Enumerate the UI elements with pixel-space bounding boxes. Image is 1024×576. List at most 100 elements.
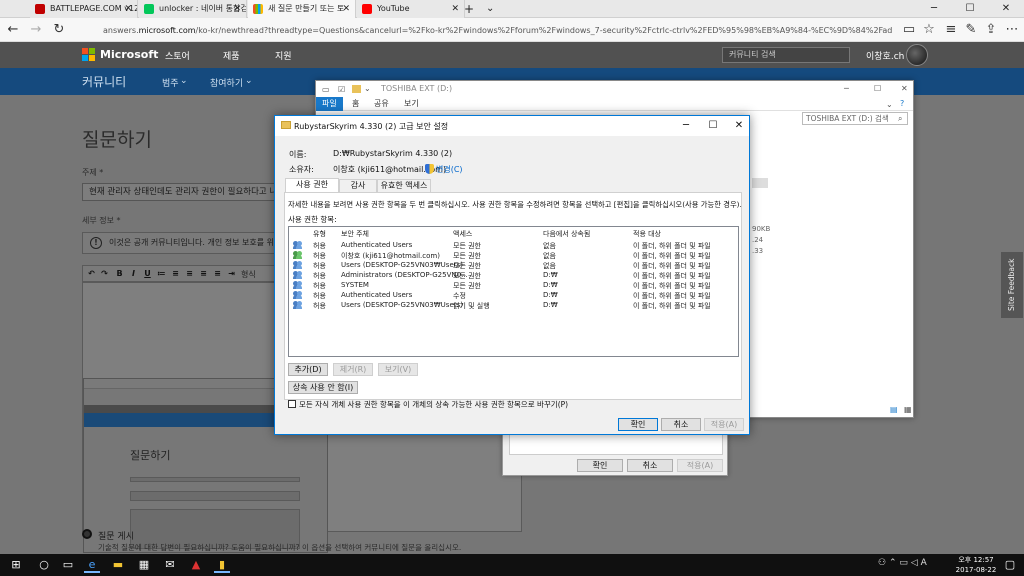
address-bar[interactable]: answers.microsoft.com/ko-kr/newthread?th…: [103, 24, 893, 37]
folder-window-icon[interactable]: ▮: [214, 557, 230, 573]
nav-participate[interactable]: 참여하기: [210, 76, 243, 89]
explorer-search-input[interactable]: TOSHIBA EXT (D:) 검색: [802, 112, 908, 125]
ime-indicator[interactable]: A: [921, 558, 927, 568]
table-row[interactable]: 허용 Authenticated Users 수정 D:₩ 이 폴더, 하위 폴더 및 …: [289, 291, 738, 301]
remove-button[interactable]: 제거(R): [333, 363, 373, 376]
table-row[interactable]: 허용 Authenticated Users 모든 권한 없음 이 폴더, 하위 폴더 …: [289, 241, 738, 251]
table-row[interactable]: 허용 SYSTEM 모든 권한 D:₩ 이 폴더, 하위 폴더 및 파일: [289, 281, 738, 291]
forward-arrow-icon[interactable]: →: [27, 21, 45, 39]
web-note-icon[interactable]: ✎: [962, 21, 980, 39]
favorite-star-icon[interactable]: ☆: [920, 21, 938, 39]
properties-apply-button[interactable]: 적용(A): [677, 459, 723, 472]
disable-inheritance-button[interactable]: 상속 사용 안 함(I): [288, 381, 358, 394]
ribbon-tab-home[interactable]: 홈: [346, 97, 365, 111]
column-applies-to[interactable]: 적용 대상: [633, 229, 661, 239]
microsoft-brand[interactable]: Microsoft: [100, 48, 158, 61]
back-arrow-icon[interactable]: ←: [4, 21, 22, 39]
nav-products[interactable]: 제품: [223, 49, 240, 62]
view-button[interactable]: 보기(V): [378, 363, 418, 376]
replace-child-permissions-checkbox[interactable]: [288, 400, 296, 408]
underline-icon[interactable]: U: [142, 268, 153, 279]
redo-icon[interactable]: ↷: [99, 268, 110, 279]
italic-icon[interactable]: I: [128, 268, 139, 279]
change-owner-link[interactable]: 변경(C): [436, 164, 463, 175]
avatar[interactable]: [906, 44, 928, 66]
maximize-button[interactable]: ☐: [952, 0, 988, 18]
tab-auditing[interactable]: 감사: [339, 179, 377, 192]
browser-tab-battlepage[interactable]: BATTLEPAGE.COM v12 ✕: [30, 0, 138, 18]
more-options-icon[interactable]: ⋯: [1003, 21, 1021, 39]
ribbon-tab-file[interactable]: 파일: [316, 97, 343, 111]
browser-tab-youtube[interactable]: YouTube ✕: [357, 0, 465, 18]
volume-icon[interactable]: ◁: [911, 558, 918, 568]
file-explorer-icon[interactable]: ▬: [110, 557, 126, 573]
table-row[interactable]: 허용 Users (DESKTOP-G25VN03₩Users) 읽기 및 실행 D:…: [289, 301, 738, 311]
maximize-button[interactable]: ☐: [874, 84, 884, 93]
checkbox-icon[interactable]: ☑: [338, 85, 348, 94]
network-icon[interactable]: ▭: [899, 558, 908, 568]
tab-effective-access[interactable]: 유효한 액세스: [377, 179, 431, 192]
tab-menu-chevron-icon[interactable]: ⌄: [486, 0, 494, 18]
ribbon-tab-share[interactable]: 공유: [368, 97, 395, 111]
numbered-list-icon[interactable]: ≡: [170, 268, 181, 279]
cancel-button[interactable]: 취소: [661, 418, 701, 431]
new-tab-button[interactable]: +: [462, 0, 476, 18]
reading-view-icon[interactable]: ▭: [900, 21, 918, 39]
notification-icon[interactable]: ▢: [1002, 557, 1018, 573]
close-tab-icon[interactable]: ✕: [342, 0, 350, 18]
table-row[interactable]: 허용 Users (DESKTOP-G25VN03₩Users) 모든 권한 없음 이 …: [289, 261, 738, 271]
ribbon-tab-view[interactable]: 보기: [398, 97, 425, 111]
bullet-list-icon[interactable]: ≔: [156, 268, 167, 279]
align-left-icon[interactable]: ≡: [184, 268, 195, 279]
format-dropdown[interactable]: 형식: [241, 269, 256, 280]
community-search-input[interactable]: 커뮤니티 검색: [722, 47, 850, 63]
bold-icon[interactable]: B: [114, 268, 125, 279]
minimize-button[interactable]: ─: [844, 84, 854, 93]
add-button[interactable]: 추가(D): [288, 363, 328, 376]
quick-access-icon[interactable]: ▭: [322, 85, 332, 94]
game-app-icon[interactable]: ▲: [188, 557, 204, 573]
properties-cancel-button[interactable]: 취소: [627, 459, 673, 472]
undo-icon[interactable]: ↶: [86, 268, 97, 279]
close-window-button[interactable]: ✕: [901, 84, 911, 93]
share-icon[interactable]: ⇪: [982, 21, 1000, 39]
indent-icon[interactable]: ⇥: [226, 268, 237, 279]
nav-support[interactable]: 지원: [275, 49, 292, 62]
apply-button[interactable]: 적용(A): [704, 418, 744, 431]
maximize-button[interactable]: ☐: [706, 119, 720, 133]
microsoft-logo-icon[interactable]: [82, 48, 96, 62]
properties-ok-button[interactable]: 확인: [577, 459, 623, 472]
people-icon[interactable]: ⚇: [878, 558, 886, 568]
start-windows-icon[interactable]: ⊞: [8, 557, 24, 573]
nav-store[interactable]: 스토어: [165, 49, 190, 62]
browser-tab-naver[interactable]: unlocker : 네이버 통합검색 ✕: [139, 0, 247, 18]
large-icons-view-icon[interactable]: ▦: [904, 405, 914, 414]
minimize-button[interactable]: ─: [916, 0, 952, 18]
table-row[interactable]: 허용 이창호 (kji611@hotmail.com) 모든 권한 없음 이 폴더, 하…: [289, 251, 738, 261]
chevron-down-icon[interactable]: ⌄: [886, 100, 896, 109]
mail-icon[interactable]: ✉: [162, 557, 178, 573]
column-type[interactable]: 유형: [313, 229, 326, 239]
close-window-button[interactable]: ✕: [988, 0, 1024, 18]
nav-categories[interactable]: 범주: [162, 76, 179, 89]
details-view-icon[interactable]: ▤: [890, 405, 900, 414]
favorites-hub-icon[interactable]: ≡: [942, 21, 960, 39]
close-tab-icon[interactable]: ✕: [233, 0, 241, 18]
table-row[interactable]: 허용 Administrators (DESKTOP-G25VN0... 모든 권한…: [289, 271, 738, 281]
column-principal[interactable]: 보안 주체: [341, 229, 369, 239]
close-tab-icon[interactable]: ✕: [451, 0, 459, 18]
community-title[interactable]: 커뮤니티: [82, 73, 126, 90]
column-access[interactable]: 액세스: [453, 229, 472, 239]
tab-permissions[interactable]: 사용 권한: [285, 178, 339, 192]
align-right-icon[interactable]: ≡: [212, 268, 223, 279]
permission-entries-list[interactable]: 유형 보안 주체 액세스 다음에서 상속됨 적용 대상 허용 Authentica…: [288, 226, 739, 357]
align-center-icon[interactable]: ≡: [198, 268, 209, 279]
close-tab-icon[interactable]: ✕: [124, 0, 132, 18]
search-icon[interactable]: ○: [36, 557, 52, 573]
close-dialog-button[interactable]: ✕: [732, 119, 746, 133]
edge-browser-icon[interactable]: e: [84, 557, 100, 573]
site-feedback-button[interactable]: Site Feedback: [1001, 252, 1023, 318]
post-question-radio[interactable]: [82, 529, 92, 539]
chevron-down-icon[interactable]: ⌄: [364, 84, 374, 93]
chevron-up-icon[interactable]: ⌃: [889, 558, 897, 568]
